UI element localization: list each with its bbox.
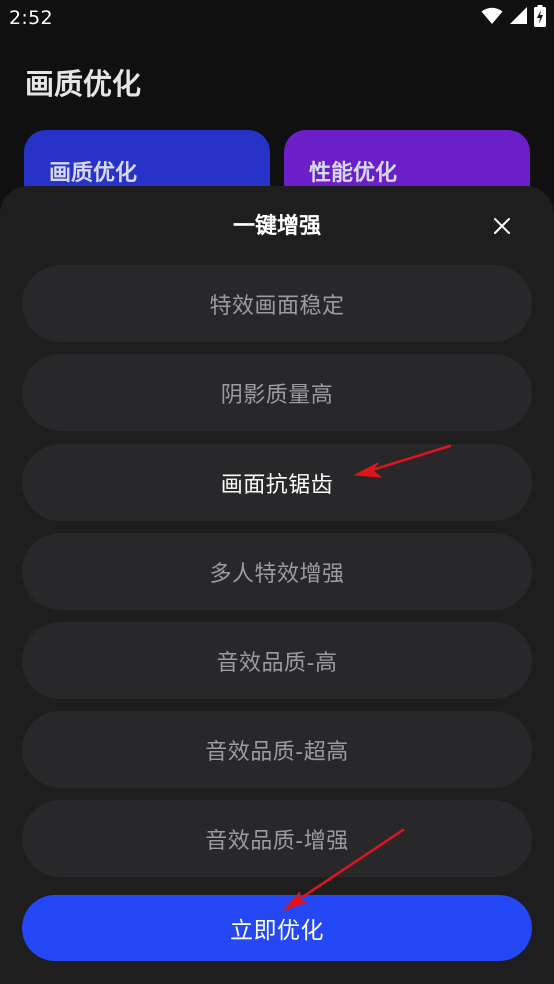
option-audio-ultra[interactable]: 音效品质-超高 — [22, 711, 532, 788]
option-label: 多人特效增强 — [209, 561, 345, 587]
option-label: 音效品质-高 — [216, 650, 338, 676]
wifi-icon — [481, 7, 503, 29]
status-bar: 2:52 — [0, 0, 554, 38]
optimize-now-label: 立即优化 — [230, 918, 324, 944]
option-audio-high[interactable]: 音效品质-高 — [22, 622, 532, 699]
option-label: 阴影质量高 — [220, 382, 334, 408]
quality-card-label: 画质优化 — [49, 161, 138, 186]
option-anti-aliasing[interactable]: 画面抗锯齿 — [22, 444, 532, 521]
option-effect-stable[interactable]: 特效画面稳定 — [22, 265, 532, 342]
cellular-signal-icon — [510, 7, 527, 29]
option-label: 特效画面稳定 — [209, 293, 345, 319]
close-button[interactable] — [490, 214, 514, 238]
status-icons — [481, 5, 546, 31]
option-label: 音效品质-增强 — [205, 828, 349, 854]
option-shadow-high[interactable]: 阴影质量高 — [22, 354, 532, 431]
enhance-bottom-sheet: 一键增强 特效画面稳定 阴影质量高 画面抗锯齿 多人特效增强 音效品质-高 音效… — [0, 186, 554, 984]
page-title: 画质优化 — [25, 67, 142, 101]
sheet-title: 一键增强 — [232, 214, 321, 239]
option-label: 画面抗锯齿 — [220, 472, 334, 498]
status-time: 2:52 — [9, 7, 53, 29]
option-multiplayer-effects[interactable]: 多人特效增强 — [22, 533, 532, 610]
performance-card-label: 性能优化 — [309, 161, 398, 186]
close-icon — [490, 218, 514, 242]
option-label: 音效品质-超高 — [205, 739, 349, 765]
optimize-now-button[interactable]: 立即优化 — [22, 895, 532, 961]
option-audio-enhanced[interactable]: 音效品质-增强 — [22, 800, 532, 877]
screen: 2:52 画质优化 画质优化 性能优化 一键增强 特效画面稳定 阴影质量高 画面… — [0, 0, 554, 984]
battery-charging-icon — [534, 5, 546, 31]
